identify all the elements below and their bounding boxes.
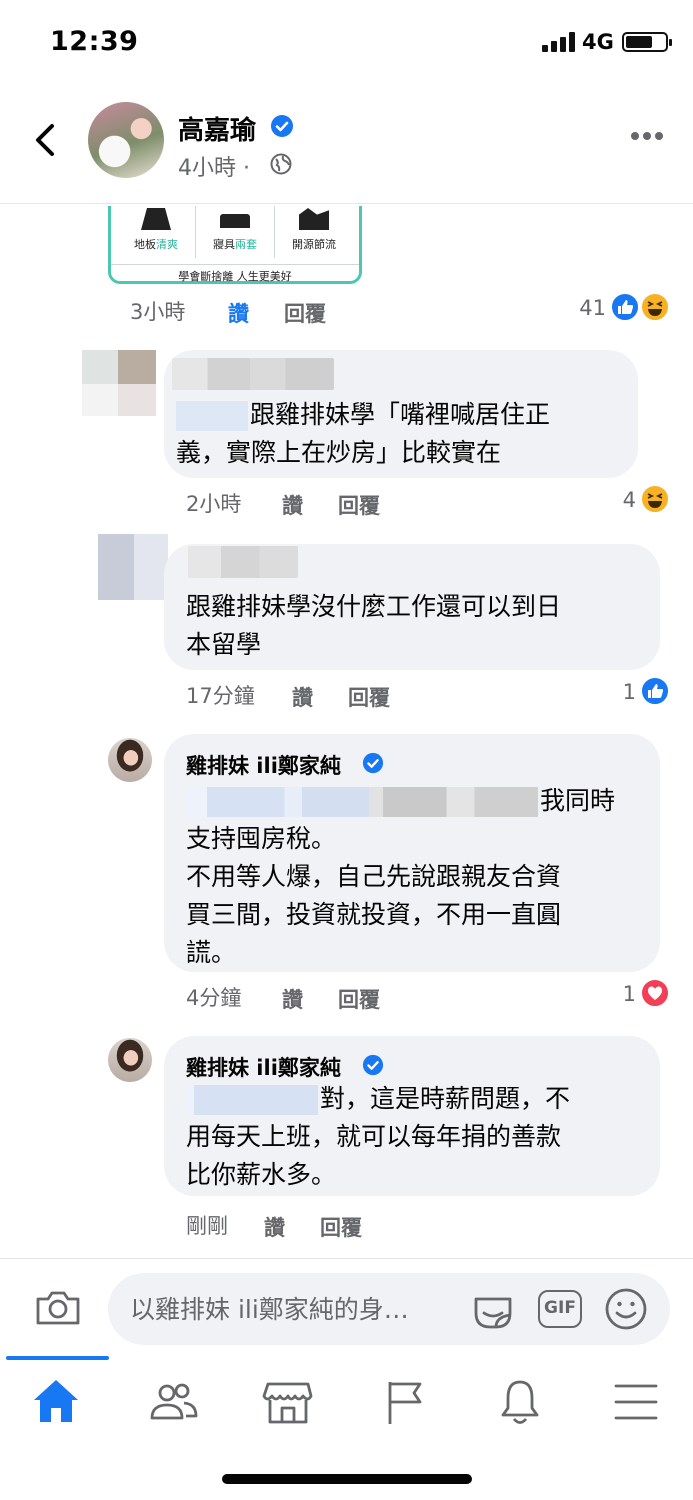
marketplace-icon[interactable]	[260, 1374, 316, 1430]
reply-author-avatar[interactable]	[108, 738, 152, 782]
image-item-budget: 開源節流	[275, 206, 353, 258]
comment-input[interactable]	[108, 1273, 670, 1345]
flag-icon[interactable]	[376, 1374, 432, 1430]
haha-reaction-icon	[640, 484, 670, 514]
reply-text: 對，這是時薪問題，不 用每天上班，就可以每年捐的善款 比你薪水多。	[186, 1084, 571, 1189]
friends-icon[interactable]	[146, 1374, 202, 1430]
battery-icon	[622, 32, 672, 52]
comment-time: 3小時	[130, 300, 186, 324]
reaction-count[interactable]: 4	[600, 488, 636, 512]
commenter-avatar[interactable]	[98, 534, 168, 600]
globe-icon	[270, 153, 292, 175]
author-avatar[interactable]	[88, 102, 164, 178]
chevron-left-icon[interactable]	[30, 120, 60, 160]
tab-bar	[0, 1356, 693, 1446]
home-indicator	[222, 1474, 472, 1484]
more-icon[interactable]	[630, 130, 664, 142]
camera-icon[interactable]	[34, 1287, 82, 1327]
reply-button[interactable]: 回覆	[320, 1212, 362, 1242]
reply-button[interactable]: 回覆	[338, 490, 380, 520]
reply-author-avatar[interactable]	[108, 1038, 152, 1082]
reply-time: 4分鐘	[186, 986, 242, 1010]
like-button[interactable]: 讚	[282, 984, 303, 1014]
like-button[interactable]: 讚	[282, 490, 303, 520]
mention-redacted	[186, 1085, 318, 1115]
like-button[interactable]: 讚	[264, 1212, 285, 1242]
commenter-name-redacted	[172, 358, 334, 390]
commenter-avatar[interactable]	[82, 350, 156, 416]
gif-button[interactable]: GIF	[538, 1290, 582, 1328]
reply-button[interactable]: 回覆	[284, 298, 326, 328]
status-bar: 12:39 4G	[0, 0, 693, 88]
status-time: 12:39	[50, 26, 139, 57]
like-button[interactable]: 讚	[292, 682, 313, 712]
signal-icon	[542, 32, 575, 52]
author-name[interactable]: 高嘉瑜	[178, 110, 256, 147]
verified-badge-icon	[271, 115, 293, 137]
image-item-floor: 地板清爽	[117, 206, 196, 258]
emoji-icon[interactable]	[604, 1287, 648, 1331]
verified-badge-icon	[362, 752, 384, 774]
reply-bubble: 雞排妹 ili鄭家純 對，這是時薪問題，不 用每天上班，就可以每年捐的善款 比你薪水…	[164, 1036, 660, 1196]
post-header: 高嘉瑜 4小時 ·	[0, 92, 693, 204]
mention-redacted	[186, 787, 538, 817]
menu-icon[interactable]	[608, 1374, 664, 1430]
comment-text: 跟雞排妹學沒什麼工作還可以到日 本留學	[186, 592, 562, 659]
haha-reaction-icon	[640, 292, 670, 322]
reply-bubble: 雞排妹 ili鄭家純 我同時 支持囤房稅。 不用等人爆，自己先說跟親友合資 買三間，投…	[164, 734, 660, 972]
home-icon[interactable]	[28, 1374, 84, 1430]
mention-redacted	[176, 401, 248, 431]
commenter-name-redacted	[188, 546, 298, 578]
reaction-count[interactable]: 1	[600, 982, 636, 1006]
comment-time: 17分鐘	[186, 684, 255, 708]
comment-time: 2小時	[186, 492, 242, 516]
comment-bubble: 跟雞排妹學「嘴裡喊居住正 義，實際上在炒房」比較實在	[164, 350, 638, 478]
reply-author-name[interactable]: 雞排妹 ili鄭家純	[186, 1052, 341, 1082]
like-reaction-icon	[610, 292, 640, 322]
reply-button[interactable]: 回覆	[338, 984, 380, 1014]
verified-badge-icon	[362, 1054, 384, 1076]
like-button[interactable]: 讚	[228, 298, 249, 328]
image-caption: 學會斷捨離 人生更美好	[111, 264, 359, 284]
image-item-bedding: 寢具兩套	[196, 206, 275, 258]
reaction-count[interactable]: 41	[566, 296, 606, 320]
sticker-icon[interactable]	[470, 1287, 516, 1333]
post-time: 4小時 ·	[178, 156, 250, 181]
network-label: 4G	[582, 30, 614, 54]
comment-bubble: 跟雞排妹學沒什麼工作還可以到日 本留學	[164, 544, 660, 670]
reply-time: 剛剛	[186, 1214, 228, 1238]
active-tab-indicator	[6, 1356, 109, 1360]
reply-author-name[interactable]: 雞排妹 ili鄭家純	[186, 750, 341, 780]
comment-composer: GIF	[0, 1258, 693, 1358]
reply-text: 我同時 支持囤房稅。 不用等人爆，自己先說跟親友合資 買三間，投資就投資，不用一直圓謊…	[186, 786, 616, 967]
shared-image[interactable]: 地板清爽 寢具兩套 開源節流 學會斷捨離 人生更美好	[108, 206, 362, 284]
comment-text: 跟雞排妹學「嘴裡喊居住正 義，實際上在炒房」比較實在	[176, 400, 551, 467]
like-reaction-icon	[640, 676, 670, 706]
love-reaction-icon	[640, 978, 670, 1008]
bell-icon[interactable]	[492, 1374, 548, 1430]
reaction-count[interactable]: 1	[600, 680, 636, 704]
reply-button[interactable]: 回覆	[348, 682, 390, 712]
